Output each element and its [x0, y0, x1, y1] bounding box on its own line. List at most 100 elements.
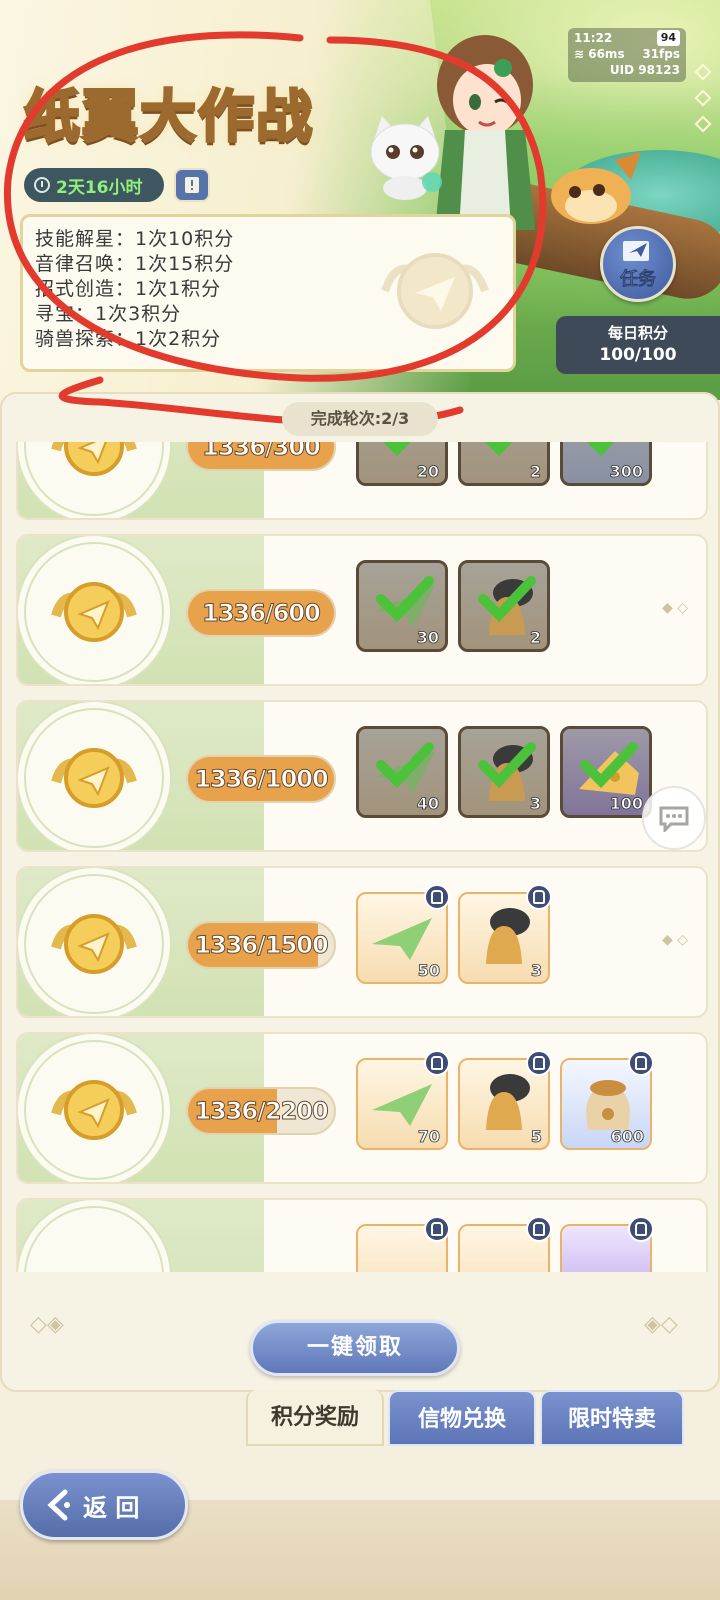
book-icon [185, 177, 199, 193]
reward-tier-row: 1336/300 20 2 300 [16, 442, 708, 520]
tier-coin-icon [51, 1080, 137, 1140]
tab-token-exchange[interactable]: 信物兑换 [388, 1390, 536, 1446]
fps-readout: 31fps [642, 47, 680, 61]
reward-tier-row [16, 1198, 708, 1272]
tier-coin-icon [51, 748, 137, 808]
daily-points-panel: 每日积分 100/100 [556, 316, 720, 374]
lock-icon [424, 884, 450, 910]
item-count: 3 [529, 794, 541, 814]
tier-progress-bar: 1336/2200 [186, 1087, 336, 1135]
item-count: 2 [529, 462, 541, 482]
reward-item-slot[interactable]: 2 [458, 560, 550, 652]
event-banner: 纸翼大作战 2天16小时 技能解星：1次10积分 音律召唤：1次15积分 招式创… [0, 0, 720, 400]
event-title: 纸翼大作战 [23, 84, 314, 152]
side-diamond-decor [692, 56, 714, 144]
item-count: 2 [529, 628, 541, 648]
lock-icon [424, 1050, 450, 1076]
reward-tier-row: 1336/2200 70 5 600 [16, 1032, 708, 1184]
reward-tier-row: 1336/1000 40 3 100 [16, 700, 708, 852]
reward-item-slot[interactable] [458, 1216, 552, 1272]
checkmark-icon [376, 576, 434, 623]
item-count: 3 [530, 961, 542, 981]
tab-limited-sale[interactable]: 限时特卖 [540, 1390, 684, 1446]
wifi-ping: ≋ 66ms [574, 47, 625, 61]
cat-companion-art [370, 116, 442, 200]
tier-coin-icon [51, 442, 137, 476]
task-label: 任务 [620, 269, 657, 291]
daily-points-label: 每日积分 [607, 324, 668, 342]
points-rules-box: 技能解星：1次10积分 音律召唤：1次15积分 招式创造：1次1积分 寻宝：1次… [20, 214, 516, 372]
battery-level: 94 [656, 30, 680, 46]
tier-coin-icon [51, 914, 137, 974]
lock-icon [628, 1050, 654, 1076]
lock-icon [526, 884, 552, 910]
reward-tier-row: 1336/1500 50 3 ◆ ◇ [16, 866, 708, 1018]
reward-item-slot[interactable]: 5 [458, 1050, 552, 1150]
panel-corner-decor: ◇◈ [30, 1312, 64, 1337]
claim-all-button[interactable]: 一键领取 [250, 1320, 460, 1376]
tier-progress-bar: 1336/1500 [186, 921, 336, 969]
rules-info-button[interactable] [174, 168, 210, 202]
item-count: 100 [609, 794, 643, 814]
tier-coin-icon [51, 582, 137, 642]
fox-creature-art [551, 152, 641, 224]
tier-progress-text: 1336/1000 [194, 765, 329, 794]
reward-item-slot[interactable]: 70 [356, 1050, 450, 1150]
daily-points-value: 100/100 [599, 345, 677, 365]
item-count: 300 [609, 462, 643, 482]
lock-icon [628, 1216, 654, 1242]
back-button[interactable]: 返 回 [20, 1470, 188, 1540]
device-status-overlay: 11:22 94 ≋ 66ms 31fps UID 98123 [568, 28, 686, 82]
panel-corner-decor: ◈◇ [644, 1312, 678, 1337]
tier-progress-bar: 1336/1000 [186, 755, 336, 803]
countdown-timer: 2天16小时 [24, 168, 164, 202]
reward-item-slot[interactable]: 600 [560, 1050, 654, 1150]
tier-progress-bar: 1336/300 [186, 442, 336, 471]
chat-float-button[interactable] [642, 786, 706, 850]
reward-item-slot[interactable]: 3 [458, 726, 550, 818]
clock-time: 11:22 [574, 31, 613, 45]
item-count: 20 [416, 462, 439, 482]
reward-tier-row: 1336/600 30 2 ◆ ◇ [16, 534, 708, 686]
back-label: 返 回 [83, 1493, 140, 1522]
item-count: 70 [417, 1127, 440, 1147]
reward-item-slot[interactable]: 100 [560, 726, 652, 818]
wifi-icon: ≋ [574, 47, 589, 61]
task-book-icon [623, 241, 649, 261]
reward-item-slot[interactable]: 20 [356, 442, 448, 486]
checkmark-icon [586, 442, 615, 457]
lock-icon [424, 1216, 450, 1242]
row-decor: ◆ ◇ [662, 932, 688, 948]
checkmark-icon [478, 576, 536, 623]
checkmark-icon [382, 442, 411, 457]
checkmark-icon [484, 442, 513, 457]
tab-points-rewards[interactable]: 积分奖励 [246, 1390, 384, 1446]
item-count: 600 [610, 1127, 644, 1147]
paper-plane-icon [372, 1084, 432, 1126]
paper-plane-coin-icon [381, 253, 489, 329]
item-count: 30 [416, 628, 439, 648]
reward-item-slot[interactable] [560, 1216, 654, 1272]
reward-item-slot[interactable]: 40 [356, 726, 448, 818]
reward-item-slot[interactable]: 30 [356, 560, 448, 652]
reward-item-slot[interactable]: 50 [356, 884, 450, 984]
reward-item-slot[interactable]: 3 [458, 884, 552, 984]
chat-icon [659, 806, 689, 832]
tier-progress-text: 1336/300 [202, 442, 322, 462]
lock-icon [526, 1050, 552, 1076]
reward-tier-list[interactable]: 1336/300 20 2 300 1336/600 30 2 ◆ ◇ 1336… [16, 442, 708, 1272]
tier-progress-text: 1336/2200 [194, 1097, 329, 1126]
reward-item-slot[interactable] [356, 1216, 450, 1272]
round-progress-pill: 完成轮次:2/3 [282, 402, 438, 436]
reward-item-slot[interactable]: 2 [458, 442, 550, 486]
task-button[interactable]: 任务 [600, 226, 676, 302]
item-count: 5 [530, 1127, 542, 1147]
tier-progress-text: 1336/600 [202, 599, 322, 628]
checkmark-icon [376, 742, 434, 789]
clock-icon [34, 177, 50, 193]
item-count: 40 [416, 794, 439, 814]
tier-progress-bar: 1336/600 [186, 589, 336, 637]
bell-item-icon [486, 1074, 530, 1130]
reward-item-slot[interactable]: 300 [560, 442, 652, 486]
back-arrow-icon [47, 1489, 70, 1521]
